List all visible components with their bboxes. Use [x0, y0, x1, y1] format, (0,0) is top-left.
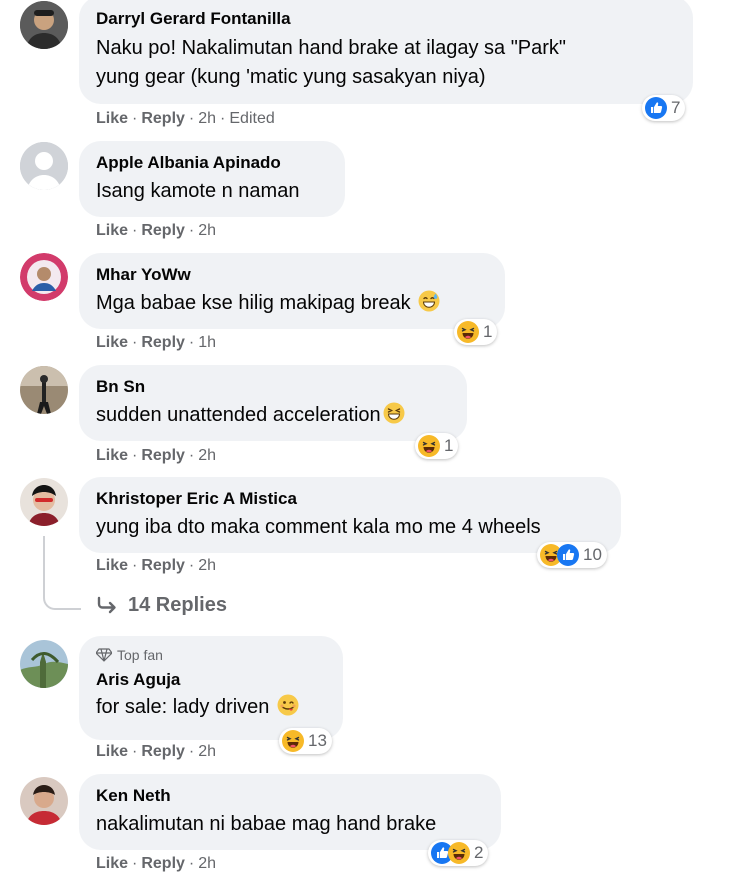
- view-replies-link[interactable]: 14 Replies: [96, 594, 227, 617]
- comment-actions: Like · Reply · 2h: [96, 855, 217, 872]
- comment-text: Isang kamote n naman: [96, 180, 300, 202]
- reaction-summary[interactable]: 2: [428, 840, 489, 866]
- comment-actions: Like · Reply · 1h: [96, 334, 217, 351]
- timestamp[interactable]: 1h: [198, 334, 216, 351]
- comment-author[interactable]: Ken Neth: [96, 785, 485, 807]
- avatar[interactable]: [20, 253, 68, 301]
- thread-connector: [43, 536, 81, 610]
- comment-actions: Like · Reply · 2h: [96, 447, 217, 464]
- like-button[interactable]: Like: [96, 222, 128, 239]
- wink-tongue-emoji-icon: [277, 694, 299, 716]
- avatar[interactable]: [20, 640, 68, 688]
- comment-text: yung iba dto maka comment kala mo me 4 w…: [96, 516, 541, 538]
- reaction-summary[interactable]: 10: [537, 542, 607, 568]
- haha-icon: [457, 321, 479, 343]
- grin-sweat-emoji-icon: [418, 290, 440, 312]
- reply-button[interactable]: Reply: [141, 855, 185, 872]
- avatar[interactable]: [20, 478, 68, 526]
- reply-button[interactable]: Reply: [141, 447, 185, 464]
- reaction-count: 13: [308, 731, 327, 750]
- comment-bubble: Mhar YoWw Mga babae kse hilig makipag br…: [79, 253, 505, 329]
- reaction-summary[interactable]: 13: [279, 728, 332, 754]
- reaction-count: 2: [474, 843, 484, 862]
- edited-label: Edited: [229, 110, 275, 127]
- comment-text: for sale: lady driven: [96, 693, 327, 722]
- comment-bubble: Top fan Aris Aguja for sale: lady driven: [79, 636, 343, 740]
- comment-author[interactable]: Apple Albania Apinado: [96, 152, 329, 174]
- like-icon: [557, 544, 579, 566]
- top-fan-badge: Top fan: [96, 646, 327, 664]
- reaction-count: 10: [583, 545, 602, 564]
- reply-button[interactable]: Reply: [141, 222, 185, 239]
- timestamp[interactable]: 2h: [198, 557, 216, 574]
- like-button[interactable]: Like: [96, 334, 128, 351]
- avatar[interactable]: [20, 777, 68, 825]
- comment-bubble: Ken Neth nakalimutan ni babae mag hand b…: [79, 774, 501, 850]
- timestamp[interactable]: 2h: [198, 110, 216, 127]
- comment-bubble: Khristoper Eric A Mistica yung iba dto m…: [79, 477, 621, 553]
- reply-button[interactable]: Reply: [141, 334, 185, 351]
- comment-author[interactable]: Darryl Gerard Fontanilla: [96, 8, 677, 30]
- grin-squint-emoji-icon: [383, 402, 405, 424]
- reply-arrow-icon: [97, 596, 116, 613]
- comment-bubble: Darryl Gerard Fontanilla Naku po! Nakali…: [79, 0, 693, 104]
- comment-bubble: Apple Albania Apinado Isang kamote n nam…: [79, 141, 345, 217]
- like-button[interactable]: Like: [96, 855, 128, 872]
- like-button[interactable]: Like: [96, 447, 128, 464]
- timestamp[interactable]: 2h: [198, 222, 216, 239]
- timestamp[interactable]: 2h: [198, 447, 216, 464]
- reply-button[interactable]: Reply: [141, 110, 185, 127]
- comment-text: sudden unattended acceleration: [96, 401, 451, 430]
- like-icon: [645, 97, 667, 119]
- comment-text: yung gear (kung 'matic yung sasakyan niy…: [96, 66, 486, 88]
- avatar[interactable]: [20, 142, 68, 190]
- comment-actions: Like · Reply · 2h: [96, 743, 217, 760]
- reaction-count: 1: [483, 322, 493, 341]
- timestamp[interactable]: 2h: [198, 855, 216, 872]
- reaction-count: 1: [444, 436, 454, 455]
- comment-author[interactable]: Khristoper Eric A Mistica: [96, 488, 605, 510]
- reply-button[interactable]: Reply: [141, 743, 185, 760]
- comment-bubble: Bn Sn sudden unattended acceleration: [79, 365, 467, 441]
- reaction-count: 7: [671, 98, 681, 117]
- comment-actions: Like · Reply · 2h: [96, 557, 217, 574]
- avatar[interactable]: [20, 1, 68, 49]
- comment-text: Naku po! Nakalimutan hand brake at ilaga…: [96, 37, 567, 59]
- comment-text: nakalimutan ni babae mag hand brake: [96, 813, 437, 835]
- comment-author[interactable]: Mhar YoWw: [96, 264, 489, 286]
- haha-icon: [282, 730, 304, 752]
- reaction-summary[interactable]: 7: [642, 95, 686, 121]
- reply-button[interactable]: Reply: [141, 557, 185, 574]
- reaction-summary[interactable]: 1: [454, 319, 498, 345]
- avatar[interactable]: [20, 366, 68, 414]
- replies-count-label: 14 Replies: [128, 594, 227, 616]
- haha-icon: [448, 842, 470, 864]
- comment-author[interactable]: Bn Sn: [96, 376, 451, 398]
- haha-icon: [418, 435, 440, 457]
- like-button[interactable]: Like: [96, 557, 128, 574]
- like-button[interactable]: Like: [96, 743, 128, 760]
- comment-text: Mga babae kse hilig makipag break: [96, 289, 489, 318]
- reaction-summary[interactable]: 1: [415, 433, 459, 459]
- like-button[interactable]: Like: [96, 110, 128, 127]
- diamond-icon: [96, 648, 112, 662]
- comment-author[interactable]: Aris Aguja: [96, 669, 327, 691]
- comment-actions: Like · Reply · 2h: [96, 222, 217, 239]
- comment-actions: Like · Reply · 2h · Edited: [96, 110, 275, 127]
- timestamp[interactable]: 2h: [198, 743, 216, 760]
